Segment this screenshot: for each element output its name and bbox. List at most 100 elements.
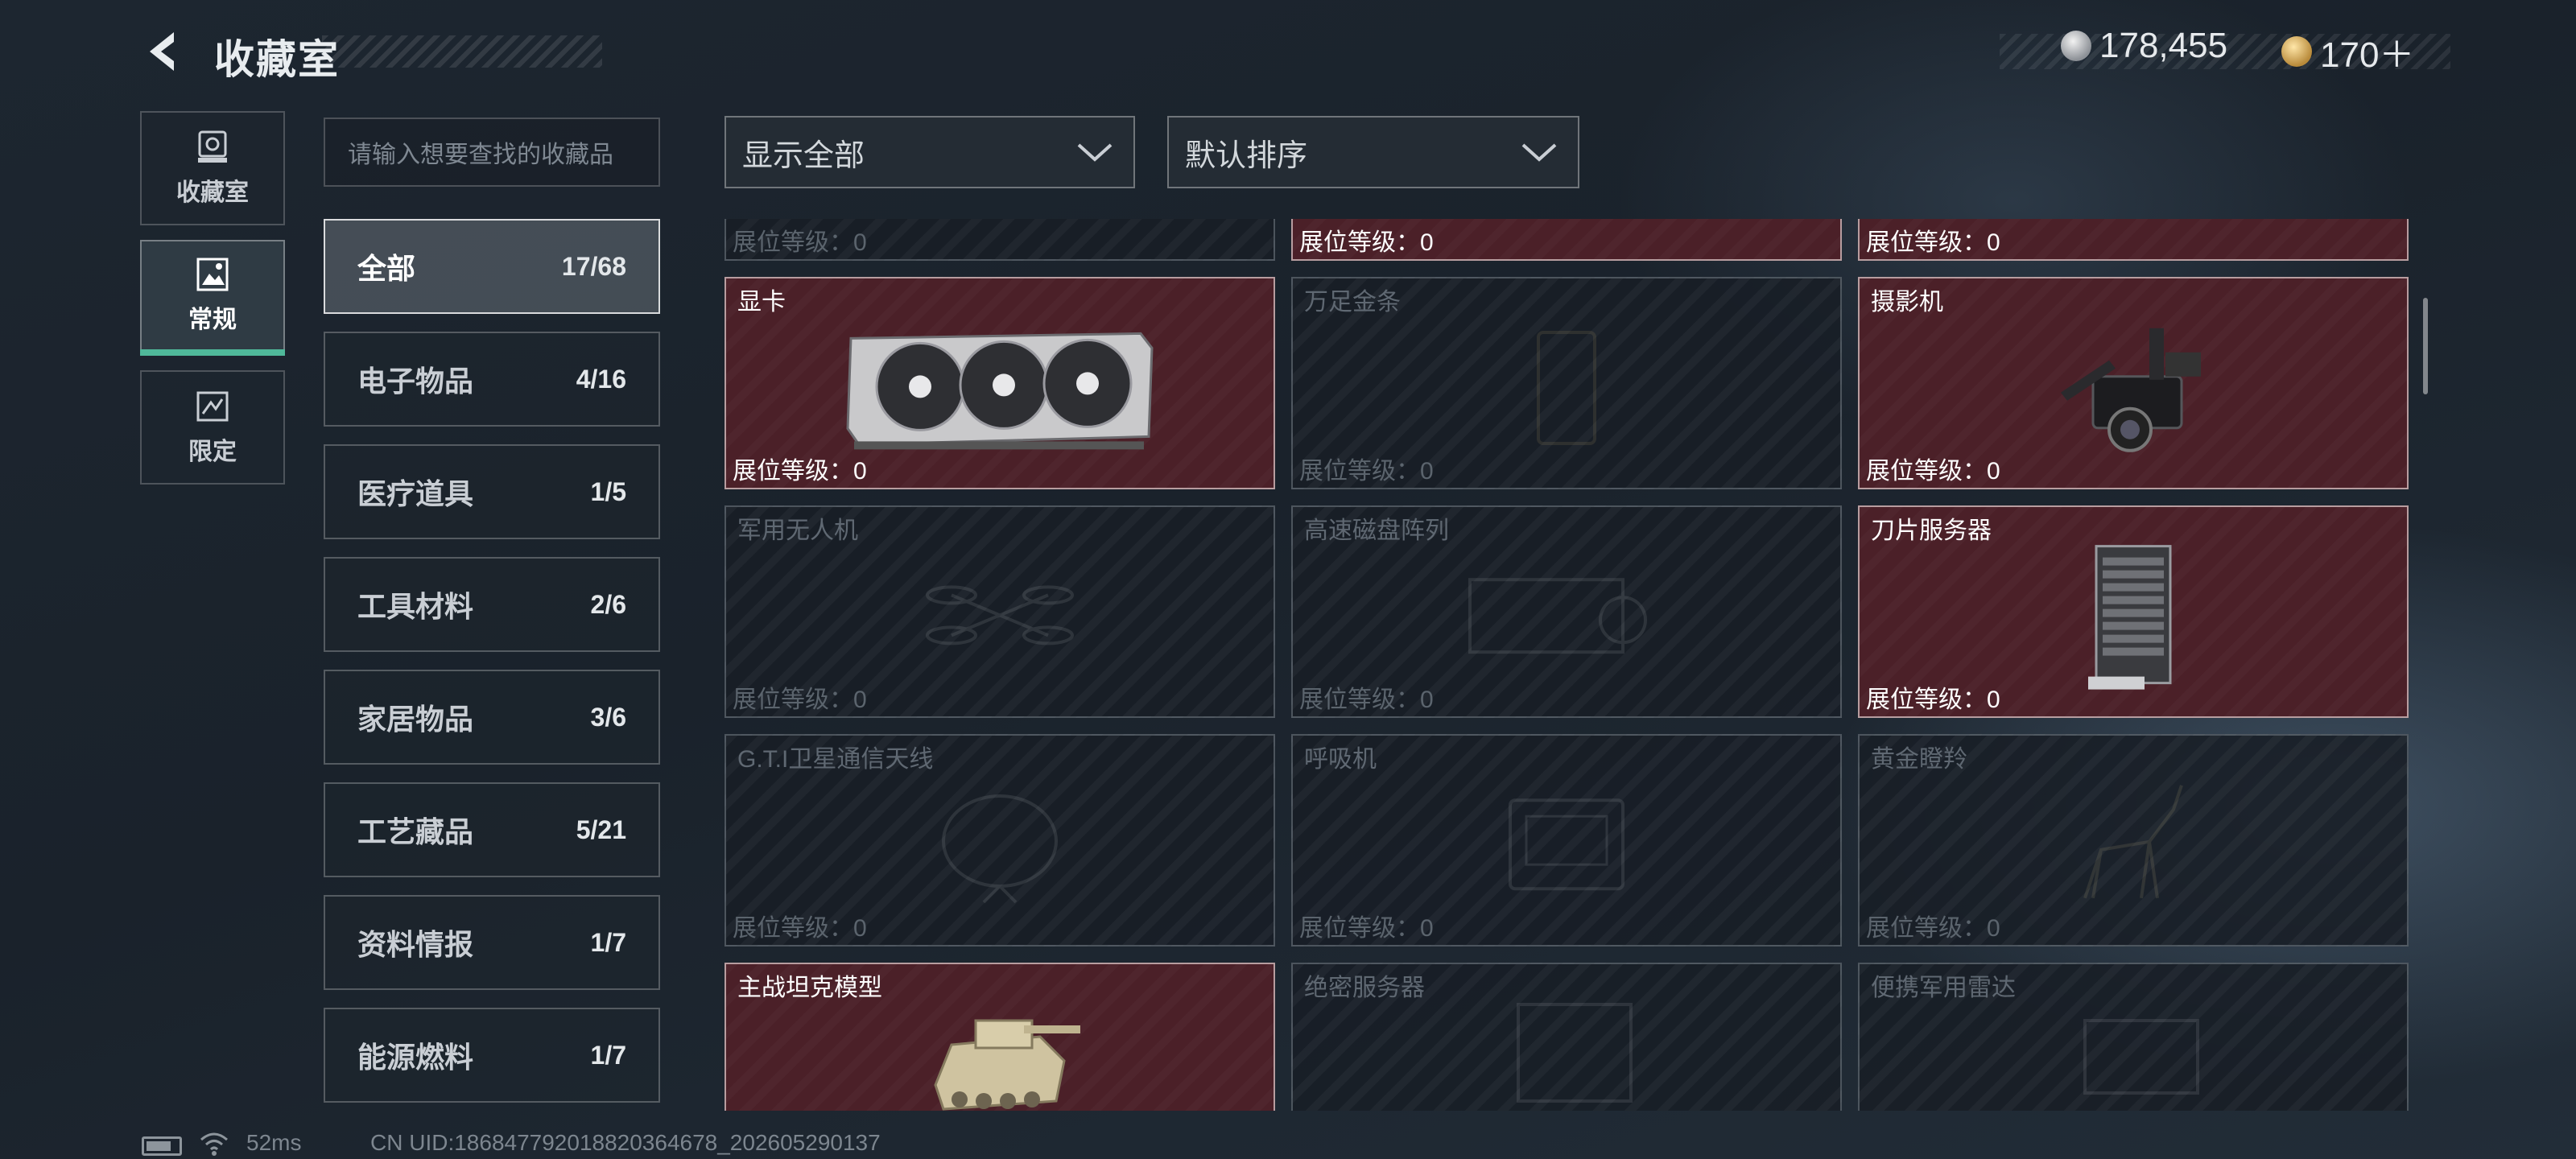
title-stripes — [322, 35, 602, 68]
sort-value: 默认排序 — [1185, 138, 1308, 173]
item-card-graphics-card[interactable]: 显卡 展位等级：0 — [724, 277, 1275, 489]
tank-model-icon — [934, 1019, 1080, 1111]
sort-dropdown[interactable]: 默认排序 — [1167, 116, 1579, 188]
filter-dropdown[interactable]: 显示全部 — [724, 116, 1135, 188]
item-card[interactable]: 展位等级：0 — [1291, 219, 1842, 261]
item-name: 主战坦克模型 — [737, 975, 882, 1001]
booth-level: 展位等级：0 — [1866, 915, 2000, 942]
booth-level: 展位等级：0 — [1866, 687, 2000, 713]
category-count: 4/16 — [576, 364, 626, 394]
item-name: 军用无人机 — [737, 518, 858, 544]
booth-level: 展位等级：0 — [1866, 458, 2000, 485]
item-card-ventilator[interactable]: 呼吸机 展位等级：0 — [1291, 734, 1842, 947]
drone-icon — [926, 585, 1074, 645]
item-card-satellite-dish[interactable]: G.T.I卫星通信天线 展位等级：0 — [724, 734, 1275, 947]
item-card-blade-server[interactable]: 刀片服务器 展位等级：0 — [1858, 505, 2409, 718]
golden-gazelle-icon — [2083, 785, 2183, 899]
page-title: 收藏室 — [214, 37, 340, 82]
disk-array-icon — [1468, 578, 1647, 654]
booth-level: 展位等级：0 — [1299, 915, 1434, 942]
wifi-icon — [200, 1132, 228, 1156]
tab-regular[interactable]: 常规 — [140, 240, 285, 351]
item-name: 万足金条 — [1304, 289, 1401, 316]
category-intel[interactable]: 资料情报 1/7 — [324, 895, 660, 990]
gold-amount: 170＋ — [2320, 35, 2415, 75]
battery-icon — [142, 1136, 182, 1156]
blade-server-icon — [2088, 545, 2172, 690]
booth-level: 展位等级：0 — [1299, 229, 1434, 256]
category-tools[interactable]: 工具材料 2/6 — [324, 557, 660, 652]
booth-level: 展位等级：0 — [733, 229, 867, 256]
tab-collection[interactable]: 收藏室 — [140, 111, 285, 225]
booth-level: 展位等级：0 — [733, 458, 867, 485]
item-card-drone[interactable]: 军用无人机 展位等级：0 — [724, 505, 1275, 718]
item-name: 摄影机 — [1871, 289, 1943, 316]
chevron-down-icon — [1077, 143, 1113, 162]
back-arrow-icon[interactable] — [142, 29, 187, 74]
category-name: 能源燃料 — [357, 1041, 474, 1074]
category-energy[interactable]: 能源燃料 1/7 — [324, 1008, 660, 1103]
photo-frame-icon — [196, 258, 229, 291]
booth-level: 展位等级：0 — [1299, 687, 1434, 713]
active-tab-indicator — [140, 349, 285, 356]
category-name: 全部 — [357, 252, 416, 285]
gold-coin-icon — [2281, 36, 2312, 67]
item-card-video-camera[interactable]: 摄影机 展位等级：0 — [1858, 277, 2409, 489]
item-name: G.T.I卫星通信天线 — [737, 746, 934, 773]
category-crafts[interactable]: 工艺藏品 5/21 — [324, 782, 660, 877]
category-name: 家居物品 — [357, 703, 474, 736]
category-name: 医疗道具 — [357, 477, 474, 510]
booth-level: 展位等级：0 — [733, 687, 867, 713]
booth-level: 展位等级：0 — [1299, 458, 1434, 485]
portable-radar-icon — [2083, 1019, 2199, 1095]
category-count: 2/6 — [590, 589, 626, 619]
category-count: 1/5 — [590, 476, 626, 506]
item-card-portable-radar[interactable]: 便携军用雷达 — [1858, 963, 2409, 1111]
item-card-tank-model[interactable]: 主战坦克模型 — [724, 963, 1275, 1111]
booth-level: 展位等级：0 — [1866, 229, 2000, 256]
item-name: 便携军用雷达 — [1871, 975, 2016, 1001]
category-all[interactable]: 全部 17/68 — [324, 219, 660, 314]
item-card[interactable]: 展位等级：0 — [1858, 219, 2409, 261]
category-count: 3/6 — [590, 702, 626, 732]
category-name: 电子物品 — [357, 365, 474, 398]
item-card-golden-gazelle[interactable]: 黄金瞪羚 展位等级：0 — [1858, 734, 2409, 947]
item-name: 刀片服务器 — [1871, 518, 1992, 544]
uid-text: CN UID:1868477920188203646​78_2026052901… — [370, 1130, 881, 1155]
item-name: 呼吸机 — [1304, 746, 1377, 773]
category-count: 5/21 — [576, 815, 626, 844]
tab-label: 常规 — [188, 307, 237, 333]
scrollbar-thumb[interactable] — [2423, 298, 2428, 394]
item-name: 黄金瞪羚 — [1871, 746, 1967, 773]
silver-amount: 178,455 — [2099, 26, 2228, 65]
video-camera-icon — [2061, 328, 2201, 452]
gold-bar-icon — [1537, 331, 1596, 445]
item-card-disk-array[interactable]: 高速磁盘阵列 展位等级：0 — [1291, 505, 1842, 718]
secret-server-icon — [1517, 1003, 1633, 1103]
booth-level: 展位等级：0 — [733, 915, 867, 942]
ping-text: 52ms — [246, 1130, 302, 1155]
item-name: 绝密服务器 — [1304, 975, 1425, 1001]
collection-grid: 展位等级：0 展位等级：0 展位等级：0 显卡 展位等级：0 万足金条 展位等级… — [724, 219, 2415, 1111]
satellite-dish-icon — [942, 794, 1058, 904]
item-card[interactable]: 展位等级：0 — [724, 219, 1275, 261]
silver-coin-icon — [2061, 31, 2091, 61]
item-card-gold-bar[interactable]: 万足金条 展位等级：0 — [1291, 277, 1842, 489]
tab-limited[interactable]: 限定 — [140, 370, 285, 485]
category-electronics[interactable]: 电子物品 4/16 — [324, 332, 660, 427]
item-name: 显卡 — [737, 289, 786, 316]
tab-label: 收藏室 — [176, 179, 249, 206]
collection-icon — [198, 130, 227, 163]
category-medical[interactable]: 医疗道具 1/5 — [324, 444, 660, 539]
search-input[interactable]: 请输入想要查找的收藏品 — [324, 118, 660, 187]
limited-icon — [196, 391, 229, 422]
category-count: 1/7 — [590, 1040, 626, 1070]
gold-currency[interactable]: 170＋ — [2281, 26, 2414, 77]
chevron-down-icon — [1521, 143, 1557, 162]
item-card-secret-server[interactable]: 绝密服务器 — [1291, 963, 1842, 1111]
tab-label: 限定 — [188, 439, 237, 465]
ventilator-icon — [1509, 798, 1624, 891]
category-count: 1/7 — [590, 927, 626, 957]
search-placeholder: 请输入想要查找的收藏品 — [348, 142, 613, 168]
category-household[interactable]: 家居物品 3/6 — [324, 670, 660, 765]
